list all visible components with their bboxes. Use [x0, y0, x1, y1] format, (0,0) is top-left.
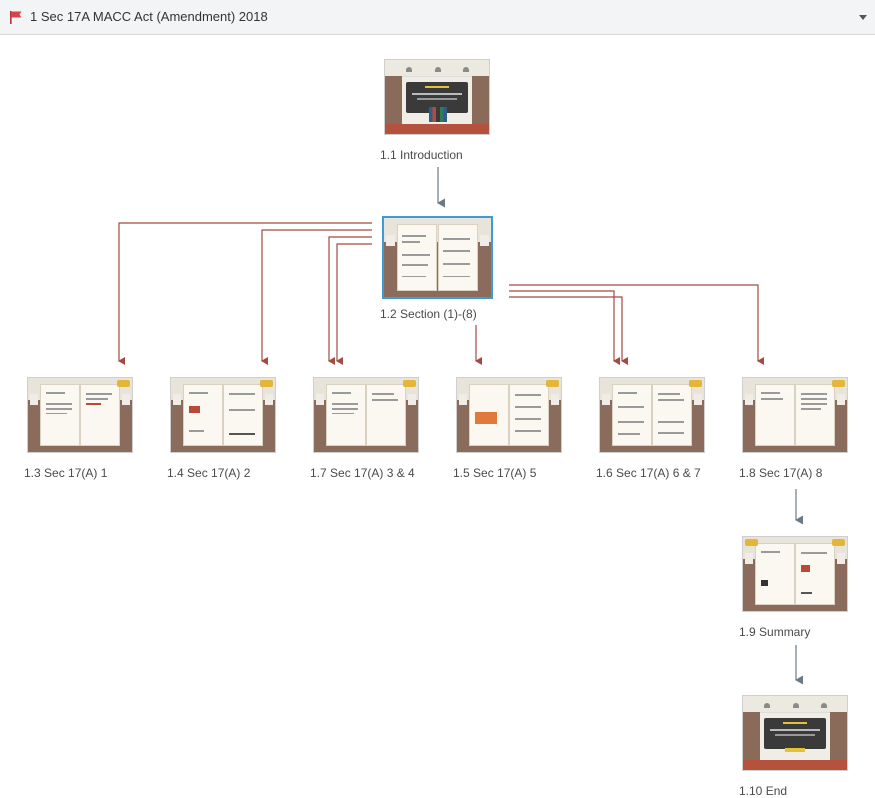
slide-label[interactable]: 1.7 Sec 17(A) 3 & 4	[310, 466, 415, 480]
scene-title: 1 Sec 17A MACC Act (Amendment) 2018	[30, 9, 268, 24]
branch-to-1_3	[118, 222, 372, 365]
chevron-down-icon[interactable]	[857, 12, 869, 22]
slide-thumbnail-1-7[interactable]	[313, 377, 419, 453]
branch-to-1_6b	[509, 296, 628, 365]
slide-thumbnail-1-9[interactable]	[742, 536, 848, 612]
slide-label[interactable]: 1.1 Introduction	[380, 148, 463, 162]
branch-to-1_6a	[509, 290, 620, 365]
slide-label[interactable]: 1.2 Section (1)-(8)	[380, 307, 477, 321]
branch-to-1_7b	[336, 243, 372, 365]
branch-to-1_4	[261, 229, 372, 365]
slide-thumbnail-1-5[interactable]	[456, 377, 562, 453]
slide-label[interactable]: 1.3 Sec 17(A) 1	[24, 466, 107, 480]
slide-thumbnail-1-4[interactable]	[170, 377, 276, 453]
flag-icon	[10, 11, 22, 24]
slide-thumbnail-1-2[interactable]	[382, 216, 493, 299]
branch-to-1_8	[509, 284, 764, 365]
slide-label[interactable]: 1.8 Sec 17(A) 8	[739, 466, 822, 480]
slide-thumbnail-1-6[interactable]	[599, 377, 705, 453]
slide-label[interactable]: 1.4 Sec 17(A) 2	[167, 466, 250, 480]
scene-header: 1 Sec 17A MACC Act (Amendment) 2018	[0, 0, 875, 35]
slide-thumbnail-1-10[interactable]	[742, 695, 848, 771]
slide-label[interactable]: 1.6 Sec 17(A) 6 & 7	[596, 466, 701, 480]
slide-thumbnail-1-1[interactable]	[384, 59, 490, 135]
slide-thumbnail-1-8[interactable]	[742, 377, 848, 453]
slide-label[interactable]: 1.9 Summary	[739, 625, 810, 639]
branch-to-1_7a	[328, 236, 372, 365]
slide-label[interactable]: 1.10 End	[739, 784, 787, 798]
slide-thumbnail-1-3[interactable]	[27, 377, 133, 453]
slide-label[interactable]: 1.5 Sec 17(A) 5	[453, 466, 536, 480]
